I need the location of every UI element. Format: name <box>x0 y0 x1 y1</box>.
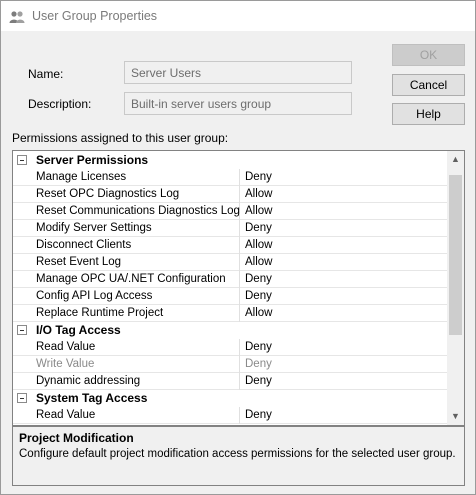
permission-value[interactable]: Allow <box>241 237 448 254</box>
permission-name: Reset Event Log <box>13 254 240 271</box>
title-bar: User Group Properties <box>1 1 475 31</box>
permission-value[interactable]: Deny <box>241 407 448 424</box>
description-panel-title: Project Modification <box>19 431 134 445</box>
permission-value[interactable]: Deny <box>241 169 448 186</box>
permission-value[interactable]: Allow <box>241 203 448 220</box>
category-label: Server Permissions <box>36 153 149 167</box>
permission-row[interactable]: Config API Log Access Deny <box>13 288 448 305</box>
permission-value[interactable]: Deny <box>241 288 448 305</box>
permission-row[interactable]: Write Value Deny <box>13 356 448 373</box>
permission-value[interactable]: Deny <box>241 339 448 356</box>
scroll-down-arrow-icon[interactable]: ▼ <box>447 408 464 425</box>
permission-row[interactable]: Read Value Deny <box>13 407 448 424</box>
permission-value[interactable]: Allow <box>241 186 448 203</box>
name-label: Name: <box>28 67 64 81</box>
permissions-grid[interactable]: Server Permissions Manage Licenses Deny Res… <box>12 150 465 426</box>
category-row[interactable]: Server Permissions <box>13 152 448 169</box>
category-row[interactable]: I/O Tag Access <box>13 322 448 339</box>
category-label: System Tag Access <box>36 391 148 405</box>
scroll-up-arrow-icon[interactable]: ▲ <box>447 151 464 168</box>
permission-row[interactable]: Reset Event Log Allow <box>13 254 448 271</box>
description-field[interactable]: Built-in server users group <box>124 92 352 115</box>
permission-name: Write Value <box>13 356 240 373</box>
permission-row[interactable]: Manage OPC UA/.NET Configuration Deny <box>13 271 448 288</box>
window-title: User Group Properties <box>32 9 158 23</box>
permission-name: Modify Server Settings <box>13 220 240 237</box>
description-panel-text: Configure default project modification a… <box>19 448 456 460</box>
scroll-thumb[interactable] <box>449 175 462 335</box>
permission-name: Read Value <box>13 339 240 356</box>
users-icon <box>9 11 25 23</box>
permission-row[interactable]: Read Value Deny <box>13 339 448 356</box>
permission-name: Dynamic addressing <box>13 373 240 390</box>
permission-row[interactable]: Manage Licenses Deny <box>13 169 448 186</box>
permission-row[interactable]: Replace Runtime Project Allow <box>13 305 448 322</box>
permission-row[interactable]: Disconnect Clients Allow <box>13 237 448 254</box>
category-row[interactable]: System Tag Access <box>13 390 448 407</box>
permission-name: Disconnect Clients <box>13 237 240 254</box>
description-label: Description: <box>28 97 92 111</box>
permission-name: Manage Licenses <box>13 169 240 186</box>
permission-name: Manage OPC UA/.NET Configuration <box>13 271 240 288</box>
ok-button[interactable]: OK <box>392 44 465 66</box>
permission-name: Read Value <box>13 407 240 424</box>
permission-value[interactable]: Allow <box>241 254 448 271</box>
permission-row[interactable]: Modify Server Settings Deny <box>13 220 448 237</box>
permission-name: Config API Log Access <box>13 288 240 305</box>
permission-name: Reset Communications Diagnostics Log <box>13 203 240 220</box>
permission-value[interactable]: Allow <box>241 305 448 322</box>
permission-row[interactable]: Dynamic addressing Deny <box>13 373 448 390</box>
permission-value[interactable]: Deny <box>241 373 448 390</box>
permission-value: Deny <box>245 358 272 370</box>
user-group-properties-dialog: User Group Properties Name: Server Users… <box>0 0 476 495</box>
category-label: I/O Tag Access <box>36 323 121 337</box>
name-field[interactable]: Server Users <box>124 61 352 84</box>
permission-row[interactable]: Reset OPC Diagnostics Log Allow <box>13 186 448 203</box>
permission-value[interactable]: Deny <box>241 271 448 288</box>
description-panel: Project Modification Configure default p… <box>12 426 465 486</box>
help-button[interactable]: Help <box>392 103 465 125</box>
permission-row[interactable]: Reset Communications Diagnostics Log Allo… <box>13 203 448 220</box>
vertical-scrollbar[interactable]: ▲ ▼ <box>447 151 464 425</box>
permissions-rows: Server Permissions Manage Licenses Deny Res… <box>13 152 448 424</box>
permission-value[interactable]: Deny <box>241 220 448 237</box>
collapse-icon[interactable] <box>17 325 27 335</box>
permissions-label: Permissions assigned to this user group: <box>12 131 229 145</box>
cancel-button[interactable]: Cancel <box>392 74 465 96</box>
collapse-icon[interactable] <box>17 155 27 165</box>
permission-name: Reset OPC Diagnostics Log <box>13 186 240 203</box>
permission-name: Replace Runtime Project <box>13 305 240 322</box>
collapse-icon[interactable] <box>17 393 27 403</box>
